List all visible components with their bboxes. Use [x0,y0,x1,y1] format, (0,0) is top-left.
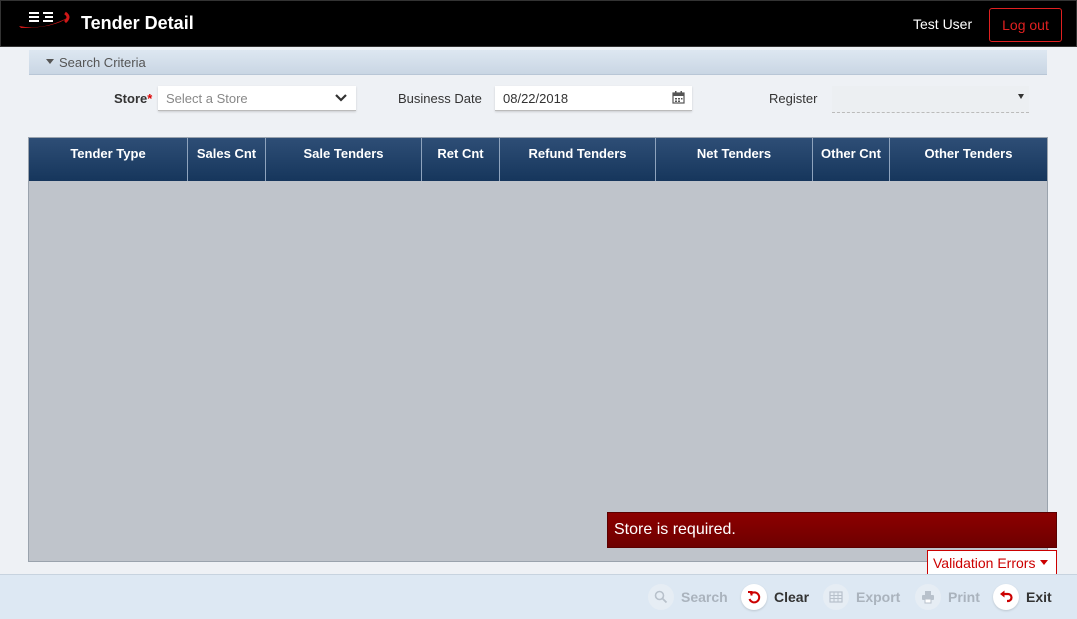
clear-button[interactable]: Clear [741,583,809,611]
dropdown-arrow-icon [1018,94,1024,99]
column-header-refund-tenders[interactable]: Refund Tenders [500,138,656,181]
printer-icon [915,584,941,610]
store-placeholder: Select a Store [166,91,248,106]
column-header-other-cnt[interactable]: Other Cnt [813,138,890,181]
logout-button[interactable]: Log out [989,8,1062,42]
business-date-value: 08/22/2018 [503,91,569,106]
search-button-label: Search [681,589,728,605]
validation-errors-label: Validation Errors [933,554,1036,571]
search-button[interactable]: Search [648,583,728,611]
user-name: Test User [913,16,973,32]
clear-button-label: Clear [774,589,810,605]
column-header-tender-type[interactable]: Tender Type [29,138,188,181]
caret-down-icon [1040,560,1049,565]
tender-grid: Tender Type Sales Cnt Sale Tenders Ret C… [28,137,1048,562]
column-header-sale-tenders[interactable]: Sale Tenders [266,138,422,181]
e3-logo-icon [19,11,70,28]
undo-icon [741,584,767,610]
column-header-ret-cnt[interactable]: Ret Cnt [422,138,500,181]
exit-button-label: Exit [1026,589,1052,605]
exit-arrow-icon [993,584,1019,610]
grid-header: Tender Type Sales Cnt Sale Tenders Ret C… [29,138,1047,181]
export-button[interactable]: Export [823,583,900,611]
exit-button[interactable]: Exit [993,583,1052,611]
caret-down-icon [46,59,54,64]
search-criteria-label: Search Criteria [59,55,146,70]
chevron-down-icon [335,94,347,102]
calendar-icon[interactable] [672,91,685,104]
search-criteria-toggle[interactable]: Search Criteria [29,50,1047,75]
column-header-net-tenders[interactable]: Net Tenders [656,138,813,181]
export-button-label: Export [856,589,901,605]
print-button-label: Print [948,589,980,605]
top-bar: Tender Detail Test User Log out [0,0,1077,47]
validation-error-banner: Store is required. [607,512,1057,548]
page-title: Tender Detail [81,13,194,33]
business-date-input[interactable]: 08/22/2018 [495,86,692,111]
store-label: Store* [114,91,153,106]
business-date-label: Business Date [398,91,482,106]
spreadsheet-icon [823,584,849,610]
column-header-other-tenders[interactable]: Other Tenders [890,138,1047,181]
footer-toolbar: Search Clear Export Print Exit [0,574,1077,619]
column-header-sales-cnt[interactable]: Sales Cnt [188,138,266,181]
validation-errors-toggle[interactable]: Validation Errors [927,550,1057,575]
search-icon [648,584,674,610]
print-button[interactable]: Print [915,583,980,611]
store-select[interactable]: Select a Store [158,86,356,111]
register-label: Register [769,91,818,106]
register-select[interactable] [832,86,1029,113]
required-mark: * [147,91,153,106]
